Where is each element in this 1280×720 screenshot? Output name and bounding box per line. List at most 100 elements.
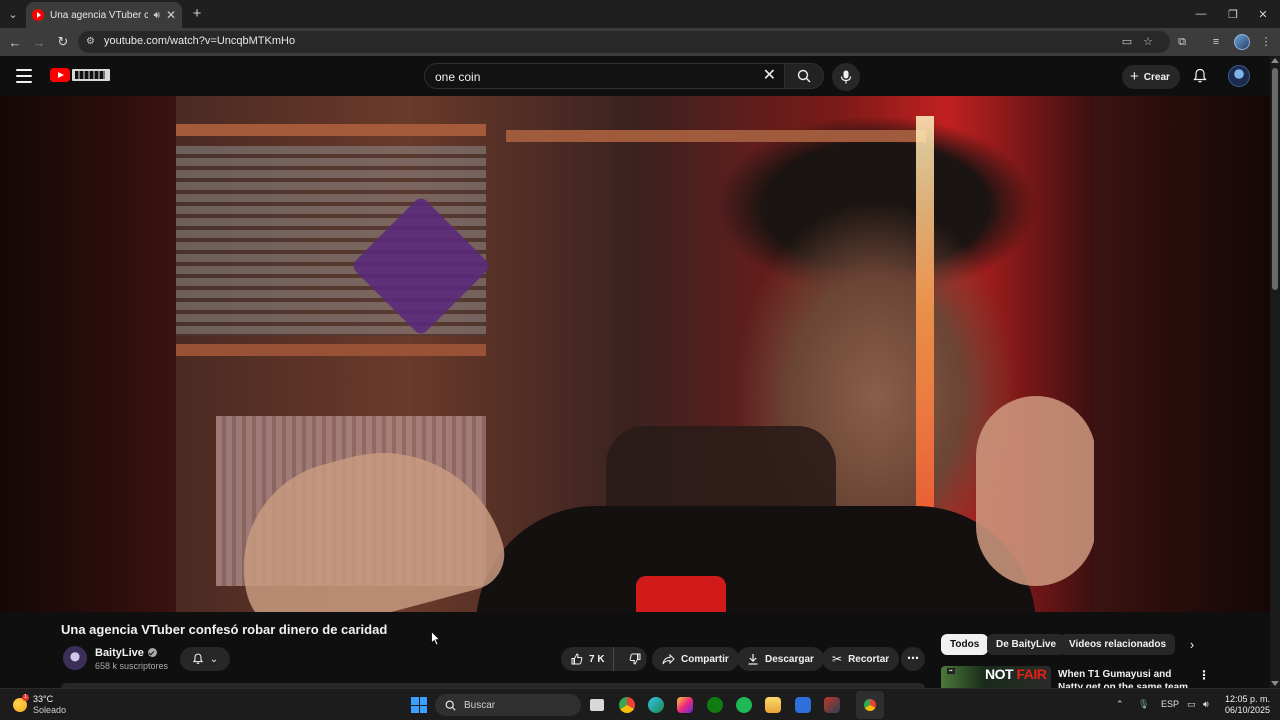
chrome-icon[interactable] — [619, 697, 635, 713]
thumbs-down-icon — [629, 653, 641, 665]
browser-toolbar: ← → ↻ ⚙︎ youtube.com/watch?v=UncqbMTKmHo… — [0, 28, 1280, 56]
microphone-icon — [840, 70, 852, 84]
channel-name-link[interactable]: BaityLive — [95, 647, 157, 659]
browser-tab-active[interactable]: Una agencia VTuber confesó robar dinero … — [26, 2, 182, 28]
taskbar-search-label: Buscar — [464, 699, 496, 711]
bookmark-star-icon[interactable]: ☆ — [1141, 35, 1155, 49]
reload-icon[interactable]: ↻ — [54, 33, 72, 51]
taskbar-search-box[interactable]: Buscar — [435, 694, 581, 716]
thumbnail-text: NOT FAIR — [985, 666, 1047, 682]
scroll-up-arrow-icon[interactable] — [1271, 58, 1279, 63]
like-count: 7 K — [589, 653, 605, 665]
channel-name: BaityLive — [95, 647, 144, 659]
task-view-icon[interactable] — [590, 699, 604, 711]
notifications-bell-icon[interactable] — [1192, 68, 1208, 84]
address-bar[interactable]: ⚙︎ youtube.com/watch?v=UncqbMTKmHo ▭ ☆ — [78, 31, 1170, 53]
more-actions-button[interactable]: ⋯ — [901, 647, 925, 671]
weather-temperature[interactable]: 33°C — [33, 694, 53, 704]
download-label: Descargar — [765, 653, 814, 665]
file-explorer-icon[interactable] — [765, 697, 781, 713]
cast-icon[interactable]: ▭ — [1120, 35, 1134, 49]
create-label: Crear — [1143, 71, 1170, 83]
input-language[interactable]: ESP — [1161, 699, 1179, 709]
new-tab-button[interactable]: + — [188, 5, 206, 23]
thumbs-up-icon — [571, 653, 583, 665]
forward-arrow-icon[interactable]: → — [30, 33, 48, 51]
chevron-down-icon: ⌄ — [209, 653, 219, 665]
tray-overflow-chevron-icon[interactable]: ⌃ — [1116, 699, 1124, 710]
volume-icon[interactable]: 🔊︎ — [1203, 699, 1209, 710]
chip-related-videos[interactable]: Videos relacionados — [1060, 634, 1176, 655]
clear-search-icon[interactable]: ✕ — [763, 67, 776, 85]
chip-from-channel[interactable]: De BaityLive — [987, 634, 1066, 655]
app-blue-icon[interactable] — [795, 697, 811, 713]
mouse-cursor-icon — [431, 631, 441, 646]
ambient-glow-left — [0, 96, 176, 612]
tab-search-chevron-icon[interactable]: ⌄ — [4, 5, 22, 23]
clock-time[interactable]: 12:05 p. m. — [1224, 694, 1270, 704]
video-player[interactable] — [0, 96, 1270, 612]
scrollbar-thumb[interactable] — [1272, 68, 1278, 290]
xbox-icon[interactable] — [707, 697, 723, 713]
media-queue-icon[interactable]: ≡ — [1208, 34, 1224, 50]
account-avatar[interactable] — [1228, 65, 1250, 87]
create-button[interactable]: + Crear — [1122, 65, 1180, 89]
microphone-tray-icon[interactable]: 🎙︎ — [1138, 699, 1149, 710]
browser-profile-avatar[interactable] — [1234, 34, 1250, 50]
window-close-button[interactable]: ✕ — [1246, 0, 1280, 28]
related-video-thumbnail[interactable]: ▪▪ NOT FAIR — [941, 666, 1051, 688]
voice-search-button[interactable] — [832, 63, 860, 91]
search-input[interactable]: one coin ✕ — [424, 63, 784, 89]
download-icon — [748, 654, 758, 665]
youtube-header: one coin ✕ + Crear — [0, 56, 1270, 96]
app-game-icon[interactable] — [824, 697, 840, 713]
dislike-button[interactable] — [620, 647, 650, 671]
site-info-icon[interactable]: ⚙︎ — [86, 36, 98, 48]
thumbnail-badge: ▪▪ — [947, 668, 955, 674]
share-arrow-icon — [662, 653, 675, 664]
clip-button[interactable]: ✂ Recortar — [822, 647, 900, 671]
page-scrollbar[interactable] — [1270, 56, 1280, 688]
weather-description[interactable]: Soleado — [33, 705, 66, 715]
share-button[interactable]: Compartir — [652, 647, 739, 671]
tab-title: Una agencia VTuber confesó robar dinero … — [50, 9, 148, 21]
subscriber-count: 658 k suscriptores — [95, 661, 169, 671]
weather-notification-badge: 1 — [22, 694, 29, 701]
minimize-button[interactable]: — — [1184, 0, 1218, 28]
video-frame[interactable] — [176, 96, 1094, 612]
search-query[interactable]: one coin — [435, 70, 480, 84]
youtube-logo-icon[interactable] — [50, 68, 70, 82]
search-button[interactable] — [784, 63, 824, 89]
subscription-notifications-button[interactable]: ⌄ — [180, 647, 230, 671]
hamburger-menu-icon[interactable] — [16, 69, 32, 83]
download-button[interactable]: Descargar — [737, 647, 824, 671]
related-video-menu-icon[interactable]: ⋮ — [1198, 668, 1210, 682]
chrome-active-icon[interactable] — [862, 697, 878, 713]
like-button[interactable]: 7 K — [561, 647, 614, 671]
related-video-title[interactable]: When T1 Gumayusi and Natty get on the sa… — [1058, 668, 1190, 688]
restore-button[interactable]: ❐ — [1216, 0, 1250, 28]
extensions-puzzle-icon[interactable]: ⧉ — [1174, 34, 1190, 50]
tab-close-icon[interactable]: ✕ — [166, 8, 176, 22]
url-text[interactable]: youtube.com/watch?v=UncqbMTKmHo — [104, 35, 295, 47]
chevron-right-icon[interactable]: › — [1184, 637, 1200, 653]
edge-icon[interactable] — [648, 697, 664, 713]
clock-date[interactable]: 06/10/2025 — [1224, 705, 1270, 715]
instagram-icon[interactable] — [677, 697, 693, 713]
scroll-down-arrow-icon[interactable] — [1271, 681, 1279, 686]
chip-all[interactable]: Todos — [941, 634, 989, 655]
verified-badge-icon — [147, 648, 157, 657]
spotify-icon[interactable] — [736, 697, 752, 713]
back-arrow-icon[interactable]: ← — [6, 33, 24, 51]
search-icon — [445, 700, 456, 711]
search-icon — [797, 69, 811, 83]
speaker-icon[interactable]: 🔊︎ — [154, 10, 160, 21]
channel-avatar[interactable] — [63, 646, 87, 670]
windows-start-icon[interactable] — [411, 697, 427, 713]
clip-label: Recortar — [848, 653, 890, 665]
network-icon[interactable]: ▭ — [1187, 699, 1196, 710]
youtube-doodle-logo[interactable] — [72, 69, 110, 81]
ambient-glow-right — [1094, 96, 1270, 612]
browser-menu-kebab-icon[interactable]: ⋮ — [1258, 34, 1274, 50]
plus-icon: + — [1130, 68, 1139, 85]
